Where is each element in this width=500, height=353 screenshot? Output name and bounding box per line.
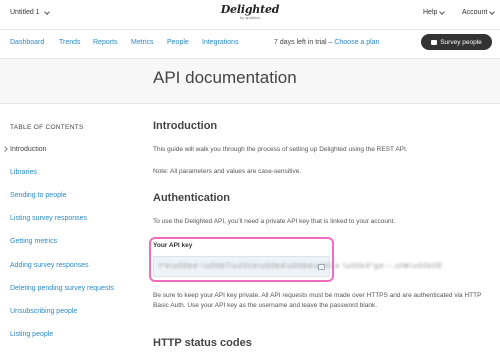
nav-dashboard[interactable]: Dashboard <box>10 39 44 46</box>
nav-integrations[interactable]: Integrations <box>202 39 239 46</box>
workspace-selector[interactable]: Untitled 1 <box>10 8 50 16</box>
api-key-privacy-text: Be sure to keep your API key private. Al… <box>153 292 482 309</box>
toc-item-adding-survey-responses[interactable]: Adding survey responses <box>10 262 89 269</box>
nav-metrics[interactable]: Metrics <box>131 39 154 46</box>
delighted-logo[interactable]: Delighted by qualtrics <box>215 3 285 20</box>
case-sensitivity-note: Note: All parameters and values are case… <box>153 168 302 175</box>
api-key-value: f*e\u00b4~\u00b7\u201e\u00b4\u00bd\u201e… <box>159 263 444 270</box>
toc-item-unsubscribing-people[interactable]: Unsubscribing people <box>10 308 77 315</box>
toc-title: TABLE OF CONTENTS <box>10 124 84 131</box>
chevron-down-icon <box>489 8 496 15</box>
account-label: Account <box>462 9 488 16</box>
toc-item-getting-metrics[interactable]: Getting metrics <box>10 238 57 245</box>
api-key-label: Your API key <box>153 242 193 249</box>
account-menu[interactable]: Account <box>462 8 496 16</box>
copy-icon[interactable] <box>318 264 325 270</box>
toc-item-listing-survey-responses[interactable]: Listing survey responses <box>10 215 87 222</box>
survey-people-button[interactable]: Survey people <box>421 34 492 50</box>
introduction-heading: Introduction <box>153 120 218 132</box>
survey-icon <box>431 39 438 45</box>
trial-notice: 7 days left in trial – Choose a plan <box>274 39 379 46</box>
chevron-down-icon <box>43 8 50 15</box>
trial-text: 7 days left in trial – <box>274 39 333 46</box>
band-divider <box>0 103 500 104</box>
toc-item-sending-to-people[interactable]: Sending to people <box>10 192 66 199</box>
workspace-name: Untitled 1 <box>10 9 40 16</box>
page-title: API documentation <box>153 68 297 87</box>
nav-reports[interactable]: Reports <box>93 39 118 46</box>
help-menu[interactable]: Help <box>423 8 446 16</box>
toc-item-libraries[interactable]: Libraries <box>10 169 37 176</box>
survey-button-label: Survey people <box>440 38 482 46</box>
authentication-text: To use the Delighted API, you'll need a … <box>153 218 396 225</box>
choose-plan-link[interactable]: Choose a plan <box>334 39 379 46</box>
toc-item-deleting-pending-survey-requests[interactable]: Deleting pending survey requests <box>10 285 114 292</box>
chevron-right-icon <box>2 146 8 152</box>
nav-trends[interactable]: Trends <box>59 39 81 46</box>
introduction-text: This guide will walk you through the pro… <box>153 146 408 153</box>
chevron-down-icon <box>439 8 446 15</box>
http-status-codes-heading: HTTP status codes <box>153 337 252 349</box>
help-label: Help <box>423 9 438 16</box>
toc-item-introduction[interactable]: Introduction <box>10 146 47 153</box>
top-bar: Untitled 1 Delighted by qualtrics Help A… <box>0 0 500 29</box>
nav-people[interactable]: People <box>167 39 189 46</box>
toc-item-listing-people[interactable]: Listing people <box>10 331 53 338</box>
authentication-heading: Authentication <box>153 192 230 204</box>
